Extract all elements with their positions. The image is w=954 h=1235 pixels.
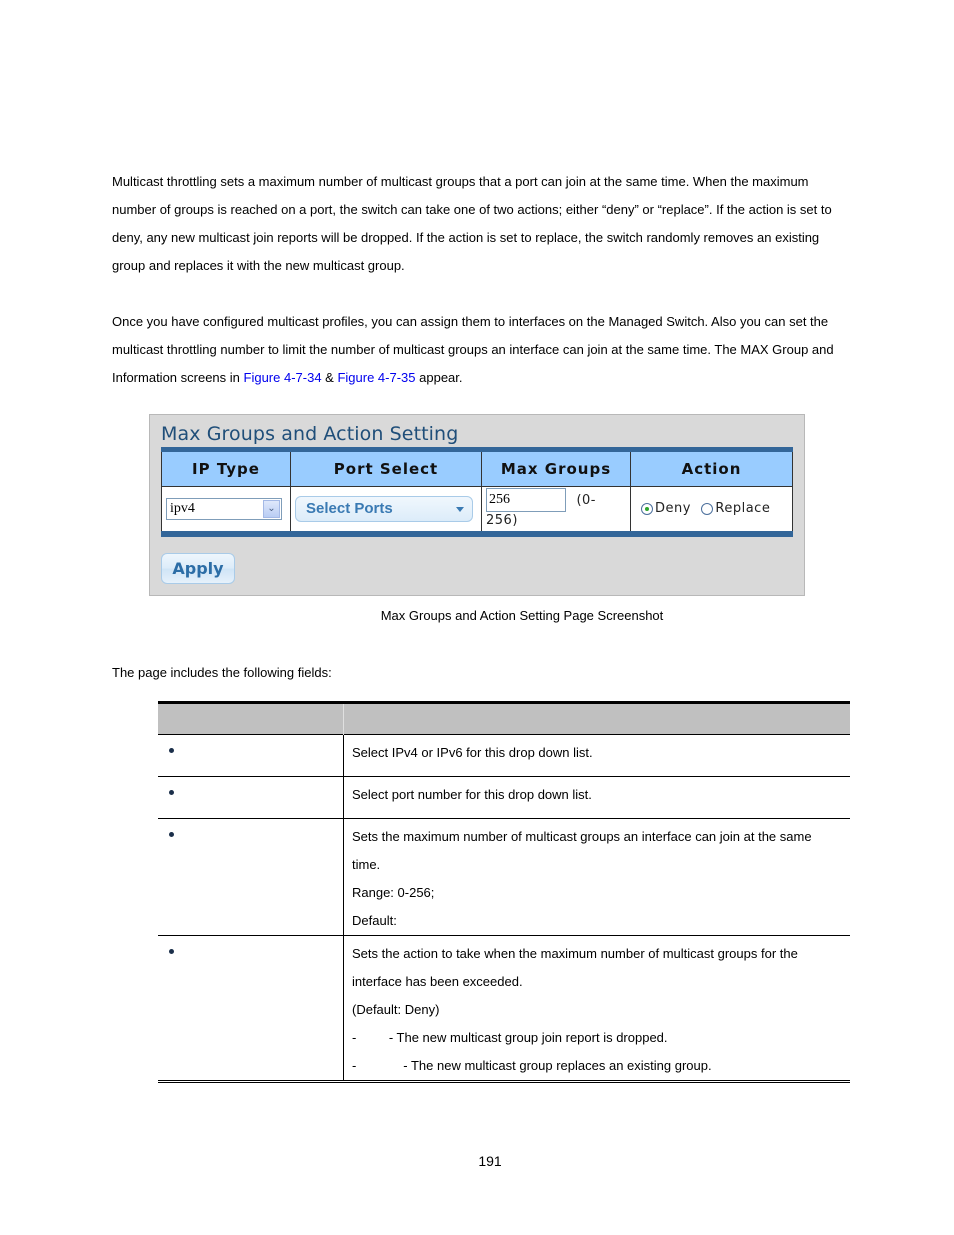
table-row: Select port number for this drop down li… [158,776,850,819]
port-select-cell: Select Ports [290,486,482,535]
radio-replace[interactable] [701,502,714,515]
description-line: Sets the action to take when the maximum… [352,946,798,989]
description-line: Range: 0-256; [352,885,435,900]
max-groups-input[interactable]: 256 [486,488,566,512]
description-line: Sets the maximum number of multicast gro… [352,829,812,872]
object-cell [158,935,344,1082]
figure-link-4-7-35[interactable]: Figure 4-7-35 [337,370,415,385]
caret-down-icon [456,507,464,512]
radio-deny-label[interactable]: Deny [655,501,691,516]
paragraph-text: appear. [415,370,463,385]
intro-paragraph-throttling: Multicast throttling sets a maximum numb… [112,174,832,273]
description-cell: Select port number for this drop down li… [343,776,850,819]
object-cell [158,818,344,936]
description-line: - - The new multicast group replaces an … [352,1058,712,1073]
chevron-down-icon[interactable]: ⌄ [263,500,280,518]
max-groups-cell: 256 (0-256) [481,486,631,535]
figure-link-4-7-34[interactable]: Figure 4-7-34 [244,370,322,385]
table-row: Sets the maximum number of multicast gro… [158,818,850,936]
object-cell [158,734,344,777]
ip-type-select[interactable]: ipv4 ⌄ [166,498,282,520]
description-cell: Sets the maximum number of multicast gro… [343,818,850,936]
bullet-icon [169,790,174,795]
port-select-dropdown[interactable]: Select Ports [295,496,473,522]
object-cell [158,776,344,819]
description-line: Select port number for this drop down li… [352,787,592,802]
radio-replace-label[interactable]: Replace [715,501,770,516]
header-action: Action [630,449,793,487]
panel-title: Max Groups and Action Setting [161,423,459,445]
port-select-placeholder: Select Ports [306,500,393,517]
radio-deny[interactable] [641,502,653,515]
description-line: - - The new multicast group join report … [352,1030,668,1045]
paragraph-text: Once you have configured multicast profi… [112,314,834,385]
header-ip-type: IP Type [161,449,291,487]
bullet-icon [169,832,174,837]
description-line: (Default: Deny) [352,1002,440,1017]
description-line: Select IPv4 or IPv6 for this drop down l… [352,745,593,760]
fields-header-description [343,701,850,735]
description-cell: Sets the action to take when the maximum… [343,935,850,1082]
max-groups-config-table: IP Type Port Select Max Groups Action ip… [161,447,793,537]
bullet-icon [169,949,174,954]
figure-caption: Max Groups and Action Setting Page Scree… [380,608,664,623]
ampersand: & [321,370,338,385]
page-number: 191 [478,1153,502,1169]
action-cell: Deny Replace [630,486,793,535]
description-line: Default: [352,913,397,928]
fields-table: Select IPv4 or IPv6 for this drop down l… [158,701,850,1083]
fields-intro: The page includes the following fields: [112,665,332,680]
apply-button[interactable]: Apply [161,553,235,584]
ip-type-cell: ipv4 ⌄ [161,486,291,535]
header-port-select: Port Select [290,449,482,487]
bullet-icon [169,748,174,753]
fields-header-object [158,701,344,735]
max-groups-screenshot-panel: Max Groups and Action Setting IP Type Po… [149,414,805,596]
table-row: Sets the action to take when the maximum… [158,935,850,1082]
description-cell: Select IPv4 or IPv6 for this drop down l… [343,734,850,777]
table-row: Select IPv4 or IPv6 for this drop down l… [158,734,850,777]
header-max-groups: Max Groups [481,449,631,487]
intro-paragraph-profiles: Once you have configured multicast profi… [112,308,847,392]
ip-type-value: ipv4 [170,501,195,516]
